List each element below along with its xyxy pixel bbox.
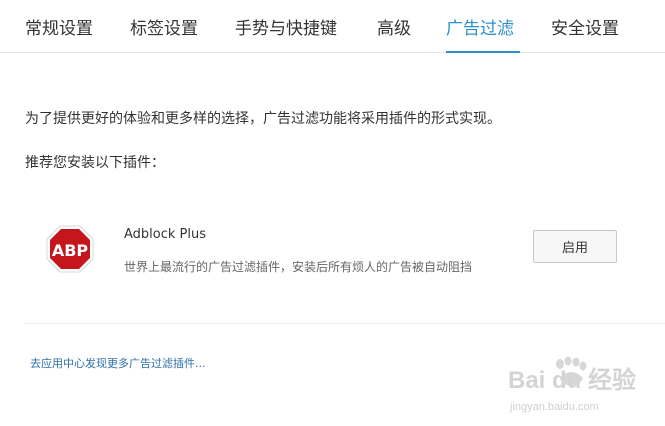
baidu-jingyan-watermark: Bai du 经验 jingyan.baidu.com [508,356,658,418]
settings-tab-bar: 常规设置 标签设置 手势与快捷键 高级 广告过滤 安全设置 [0,0,665,53]
intro-text: 为了提供更好的体验和更多样的选择，广告过滤功能将采用插件的形式实现。 [25,111,501,127]
abp-logo-text: ABP [52,241,89,260]
enable-plugin-button[interactable]: 启用 [533,230,617,263]
more-ad-filter-plugins-link[interactable]: 去应用中心发现更多广告过滤插件... [30,355,206,371]
tab-gestures-shortcuts[interactable]: 手势与快捷键 [235,17,337,41]
plugin-description: 世界上最流行的广告过滤插件，安装后所有烦人的广告被自动阻挡 [124,260,473,274]
watermark-url-text: jingyan.baidu.com [509,401,599,413]
tab-ad-filter[interactable]: 广告过滤 [446,17,514,41]
baidu-paw-icon: Bai du 经验 jingyan.baidu.com [508,356,636,413]
section-divider [25,323,665,324]
recommend-heading: 推荐您安装以下插件： [25,155,165,171]
tab-tab-settings[interactable]: 标签设置 [130,17,198,41]
plugin-name: Adblock Plus [124,227,207,242]
adblock-plus-icon: ABP [46,225,94,273]
tab-advanced[interactable]: 高级 [377,17,411,41]
tab-general-settings[interactable]: 常规设置 [25,17,93,41]
watermark-brand-text: Bai du 经验 [508,366,636,394]
active-tab-indicator [446,51,520,53]
tab-security-settings[interactable]: 安全设置 [551,17,619,41]
abp-octagon-logo: ABP [46,225,94,273]
